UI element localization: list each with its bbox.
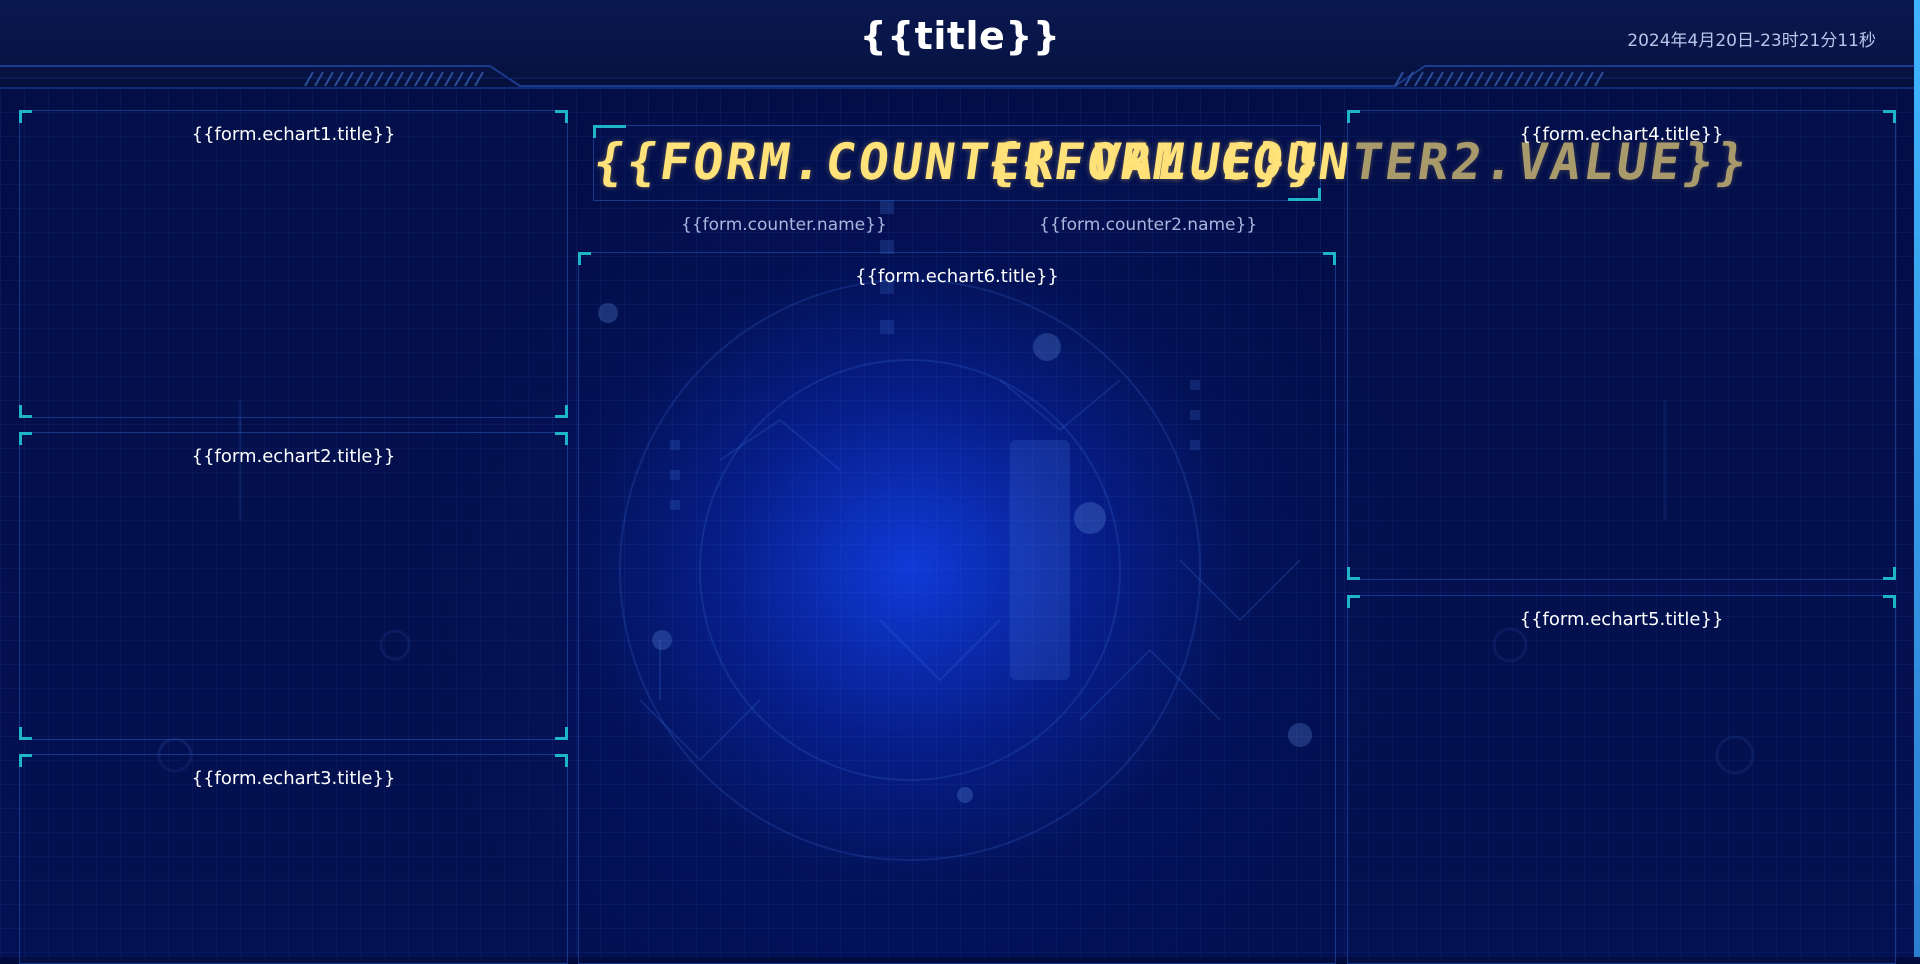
chart-title: {{form.echart3.title}} [191, 768, 396, 789]
chart-title: {{form.echart1.title}} [191, 124, 396, 145]
chart-panel-echart6: {{form.echart6.title}} [578, 252, 1336, 964]
corner-decoration [578, 252, 591, 265]
corner-decoration [555, 727, 568, 740]
corner-decoration [19, 405, 32, 418]
corner-decoration [1883, 567, 1896, 580]
chart-panel-echart3: {{form.echart3.title}} [19, 754, 568, 964]
chart-panel-echart4: {{form.echart4.title}} [1347, 110, 1896, 580]
counter-name: {{form.counter.name}} [681, 215, 887, 235]
datetime-display: 2024年4月20日-23时21分11秒 [1627, 31, 1876, 51]
corner-decoration [555, 432, 568, 445]
chart-panel-echart1: {{form.echart1.title}} [19, 110, 568, 418]
corner-decoration [1883, 595, 1896, 608]
corner-decoration [1883, 110, 1896, 123]
corner-decoration [1347, 110, 1360, 123]
corner-decoration [19, 432, 32, 445]
corner-decoration [555, 754, 568, 767]
corner-decoration [555, 405, 568, 418]
chart-panel-echart5: {{form.echart5.title}} [1347, 595, 1896, 964]
corner-decoration [19, 727, 32, 740]
window-edge [1914, 0, 1920, 957]
corner-decoration [1323, 252, 1336, 265]
chart-title: {{form.echart4.title}} [1519, 124, 1724, 145]
corner-decoration [1347, 567, 1360, 580]
chart-title: {{form.echart6.title}} [855, 266, 1059, 287]
counter2-name: {{form.counter2.name}} [1039, 215, 1258, 235]
chart-panel-echart2: {{form.echart2.title}} [19, 432, 568, 740]
chart-title: {{form.echart2.title}} [191, 446, 396, 467]
corner-decoration [1347, 595, 1360, 608]
corner-decoration [19, 754, 32, 767]
corner-decoration [555, 110, 568, 123]
corner-decoration [19, 110, 32, 123]
chart-title: {{form.echart5.title}} [1519, 609, 1724, 630]
